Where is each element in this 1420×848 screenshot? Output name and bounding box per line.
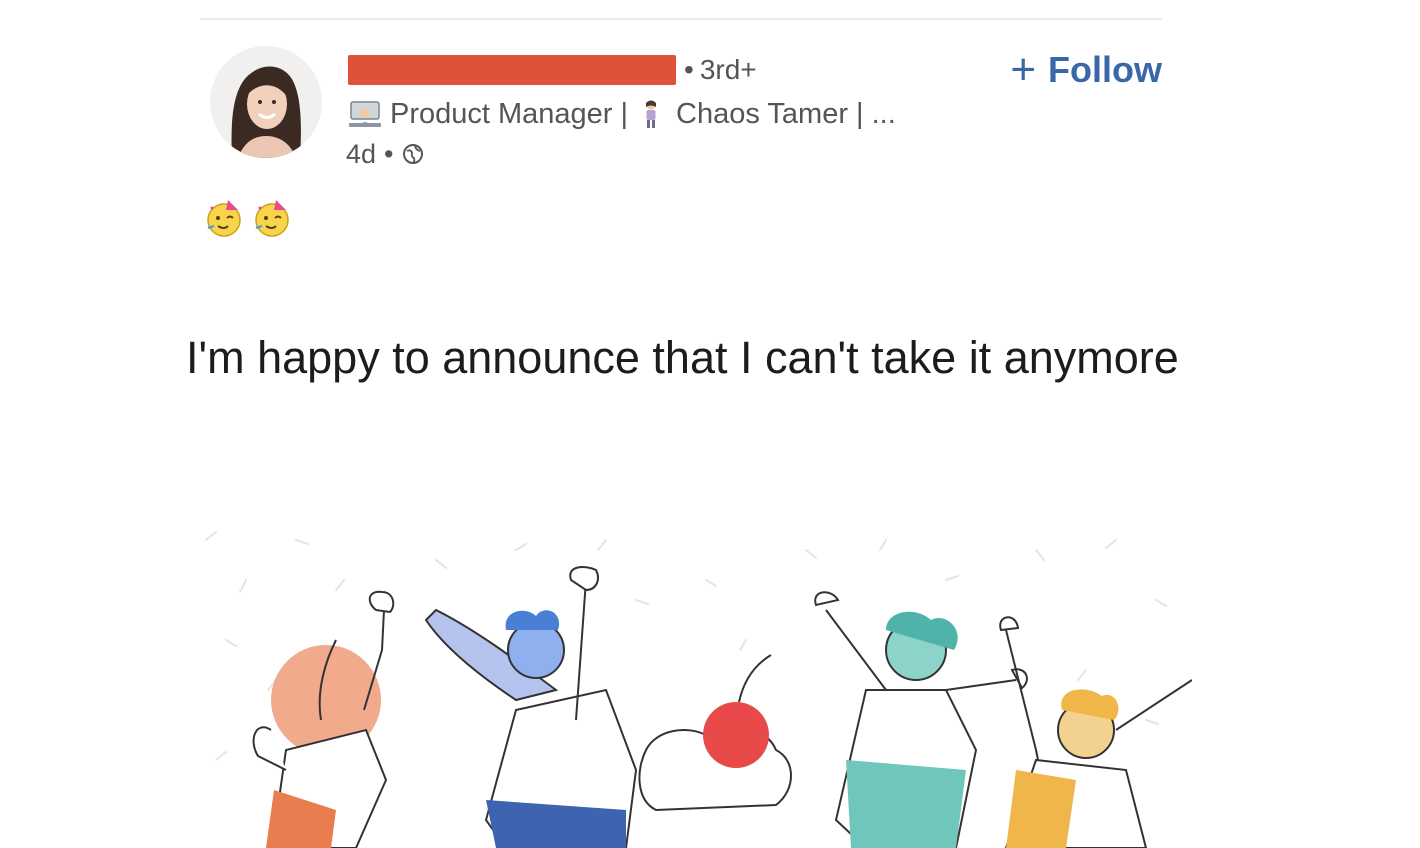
connection-degree: • 3rd+ [684,54,757,85]
partying-face-icon [204,198,244,238]
woman-standing-icon [638,99,664,129]
headline-part-1: Product Manager | [390,97,629,130]
post-text: I'm happy to announce that I can't take … [186,332,1179,383]
author-headline: Product Manager | Chaos Tamer | ... [348,96,896,132]
author-name-row: • 3rd+ [348,52,757,88]
partying-face-icon [252,198,292,238]
redacted-author-name [348,55,676,85]
follow-label: Follow [1048,49,1162,90]
post-meta: 4d • [346,138,424,170]
emoji-row [204,198,292,238]
post-header: • 3rd+ Product Manager | Chaos Tamer | ..… [200,40,1162,170]
meta-separator: • [384,138,394,169]
technologist-icon [348,99,382,129]
celebration-artwork [205,531,1192,848]
celebration-illustration[interactable] [186,520,1192,848]
follow-button[interactable]: + Follow [1010,48,1162,92]
post-age: 4d [346,138,377,169]
globe-icon [402,143,424,165]
top-divider [200,18,1162,20]
plus-icon: + [1010,45,1037,94]
headline-part-2: Chaos Tamer | ... [676,97,896,130]
author-avatar[interactable] [210,46,322,158]
avatar-photo [210,46,322,158]
